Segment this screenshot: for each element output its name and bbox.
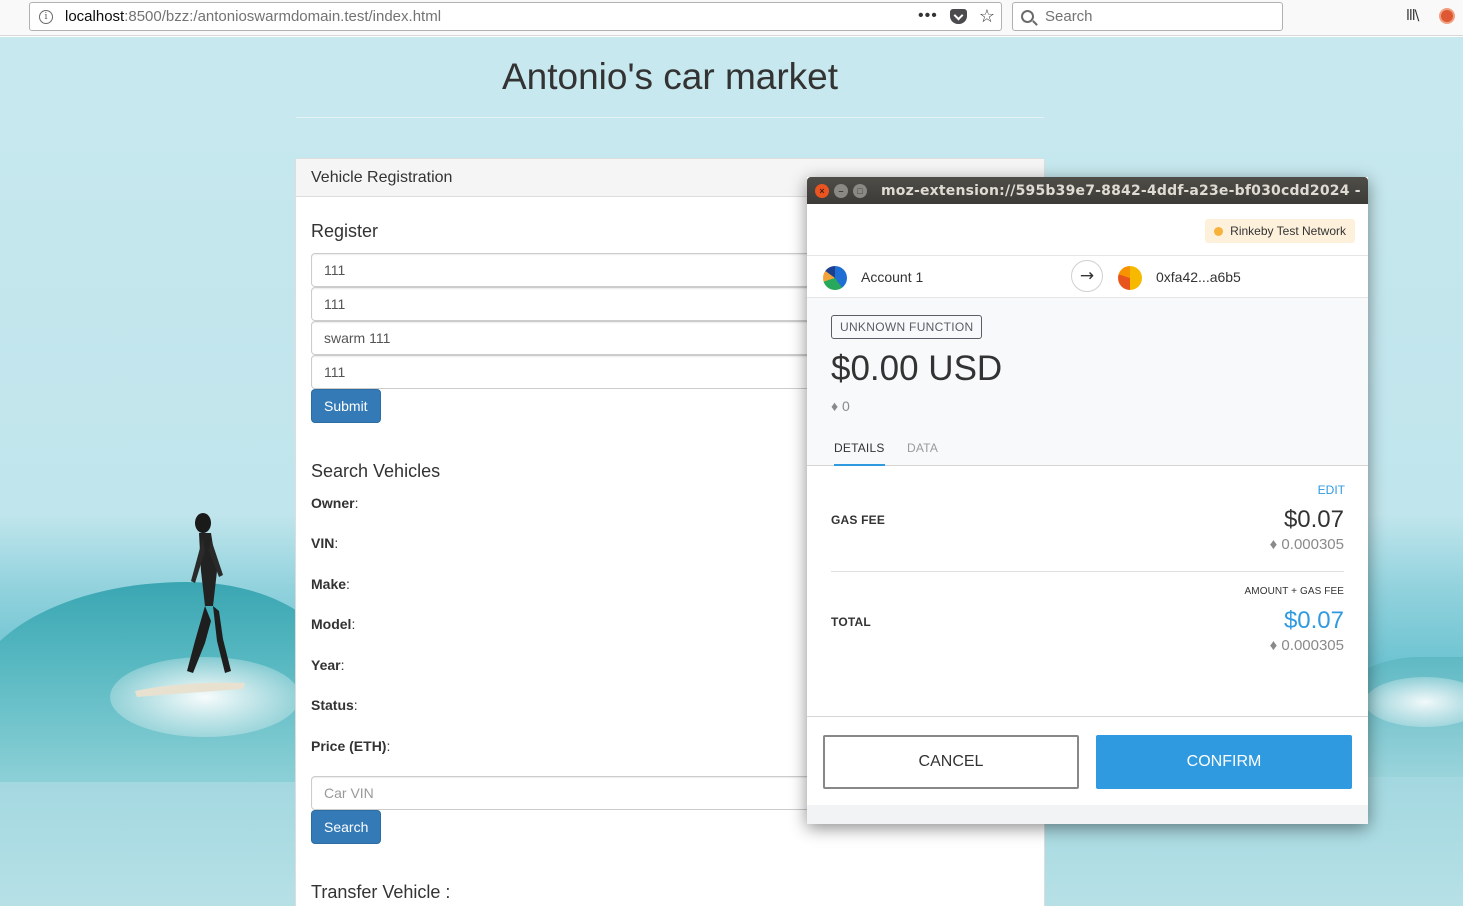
details-panel: EDIT GAS FEE $0.07 ♦ 0.000305 AMOUNT + G… [807,466,1368,716]
network-name: Rinkeby Test Network [1230,224,1346,238]
make-label: Make [311,576,347,592]
search-vehicles-title: Search Vehicles [311,461,441,481]
transfer-vehicle-title: Transfer Vehicle : [311,882,451,902]
model-row: Model: [311,616,356,632]
url-path: :8500/bzz:/antonioswarmdomain.test/index… [124,8,442,25]
network-row: Rinkeby Test Network [807,204,1368,256]
cancel-button[interactable]: CANCEL [823,735,1079,789]
owner-row: Owner: [311,495,359,511]
window-titlebar[interactable]: × – □ moz-extension://595b39e7-8842-4ddf… [807,177,1368,204]
register-title: Register [311,221,379,241]
tab-details[interactable]: DETAILS [834,441,885,466]
from-account-identicon-icon [823,266,847,290]
url-host: localhost [65,8,125,25]
pocket-icon[interactable] [949,8,967,24]
site-info-icon[interactable]: i [39,9,53,24]
bookmark-star-icon[interactable]: ☆ [979,7,995,25]
owner-label: Owner [311,495,355,511]
url-text[interactable]: localhost:8500/bzz:/antonioswarmdomain.t… [65,8,441,25]
model-label: Model [311,616,352,632]
page-title: Antonio's car market [501,56,839,97]
browser-search-box[interactable] [1012,2,1283,31]
to-address: 0xfa42...a6b5 [1156,269,1241,285]
url-bar[interactable]: i localhost:8500/bzz:/antonioswarmdomain… [29,2,1002,31]
arrow-right-icon: → [1071,260,1103,292]
total-label: TOTAL [831,615,871,629]
vin-row: VIN: [311,535,339,551]
price-row: Price (ETH): [311,738,391,754]
browser-search-input[interactable] [1045,8,1265,25]
tab-data[interactable]: DATA [907,441,938,455]
from-account-name: Account 1 [861,269,924,285]
sender-recipient-row: Account 1 → 0xfa42...a6b5 [807,256,1368,298]
gas-fee-label: GAS FEE [831,513,886,527]
window-minimize-button[interactable]: – [834,183,848,198]
window-close-button[interactable]: × [815,183,829,198]
network-status-dot-icon [1214,226,1224,236]
vin-label: VIN [311,535,335,551]
search-icon [1021,10,1034,23]
confirm-button[interactable]: CONFIRM [1096,735,1352,789]
title-divider [296,117,1044,118]
gas-fee-usd: $0.07 [1283,506,1344,533]
page-actions-menu-icon[interactable]: ••• [918,8,938,24]
submit-button[interactable]: Submit [311,389,381,423]
metamask-notification-window: × – □ moz-extension://595b39e7-8842-4ddf… [807,177,1368,824]
to-account-identicon-icon [1118,266,1142,290]
duckduckgo-icon[interactable] [1439,8,1455,24]
status-label: Status [311,697,354,713]
url-actions: ••• ☆ [918,7,995,25]
surfer-image [135,513,245,697]
window-title: moz-extension://595b39e7-8842-4ddf-a23e-… [881,182,1361,199]
amount-plus-gas-label: AMOUNT + GAS FEE [1244,586,1344,597]
amount-usd: $0.00 USD [831,349,1003,388]
footer-shade [807,805,1368,824]
total-eth: ♦ 0.000305 [1269,637,1344,654]
function-type-badge: UNKNOWN FUNCTION [831,315,983,339]
gas-fee-eth: ♦ 0.000305 [1269,536,1344,553]
browser-toolbar: i localhost:8500/bzz:/antonioswarmdomain… [0,0,1463,36]
network-badge[interactable]: Rinkeby Test Network [1205,219,1355,243]
library-icon[interactable]: lll\ [1406,8,1419,24]
make-row: Make: [311,576,350,592]
price-label: Price (ETH) [311,738,387,754]
year-row: Year: [311,657,345,673]
year-label: Year [311,657,341,673]
window-maximize-button[interactable]: □ [853,183,867,198]
total-usd: $0.07 [1283,607,1344,634]
transaction-summary: UNKNOWN FUNCTION $0.00 USD ♦ 0 DETAILS D… [807,298,1368,466]
status-row: Status: [311,697,358,713]
action-footer: CANCEL CONFIRM [807,716,1368,824]
search-button[interactable]: Search [311,810,382,844]
amount-eth: ♦ 0 [831,398,850,414]
edit-gas-link[interactable]: EDIT [1318,483,1345,497]
details-divider [831,571,1344,572]
